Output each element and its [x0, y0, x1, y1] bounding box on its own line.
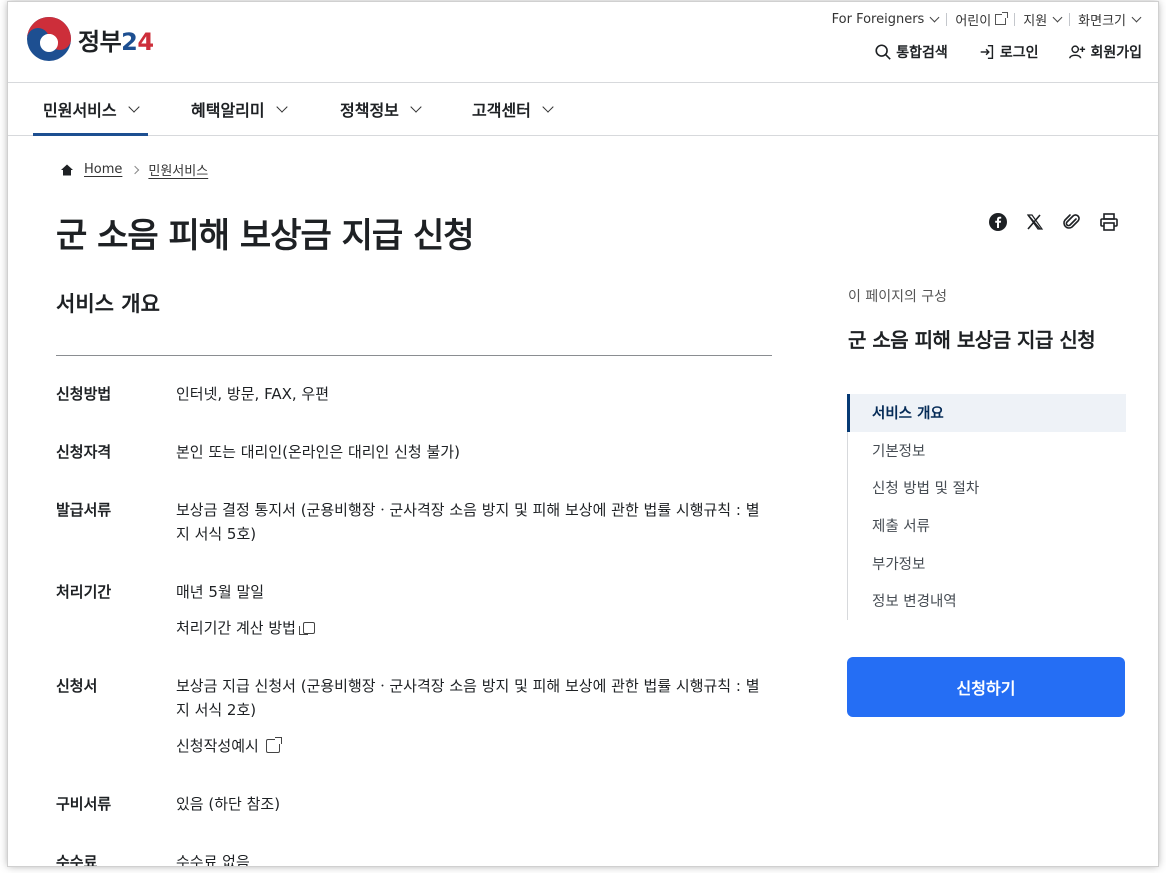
- home-icon: [61, 164, 73, 175]
- login-icon: [980, 44, 993, 60]
- info-label: 처리기간: [56, 583, 112, 601]
- chevron-down-icon: [1131, 12, 1142, 23]
- info-row-processing-period: 처리기간 매년 5월 말일 처리기간 계산 방법: [56, 580, 772, 640]
- support-menu[interactable]: 지원: [1015, 10, 1069, 29]
- info-value: 인터넷, 방문, FAX, 우편: [176, 385, 329, 403]
- toc-item-procedure[interactable]: 신청 방법 및 절차: [848, 469, 1126, 507]
- nav-customer-center[interactable]: 고객센터: [472, 83, 554, 135]
- info-row-application-form: 신청서 보상금 지급 신청서 (군용비행장ㆍ군사격장 소음 방지 및 피해 보상…: [56, 674, 772, 758]
- info-value: 보상금 지급 신청서 (군용비행장ㆍ군사격장 소음 방지 및 피해 보상에 관한…: [176, 674, 772, 758]
- toc-item-change-history[interactable]: 정보 변경내역: [848, 582, 1126, 620]
- search-button[interactable]: 통합검색: [874, 42, 948, 62]
- chevron-down-icon: [127, 100, 140, 113]
- page-toc: 서비스 개요 기본정보 신청 방법 및 절차 제출 서류 부가정보 정보 변경내…: [847, 394, 1126, 620]
- facebook-share-button[interactable]: [988, 212, 1008, 232]
- facebook-icon: [989, 213, 1007, 231]
- info-label: 발급서류: [56, 501, 112, 519]
- browser-page: 정부24 For Foreigners 어린이 지원 화면크기 통합검색 로그인…: [8, 2, 1158, 866]
- signup-button[interactable]: 회원가입: [1068, 42, 1142, 62]
- toc-title: 군 소음 피해 보상금 지급 신청: [848, 328, 1096, 352]
- info-row-fee: 수수료 수수료 없음: [56, 850, 772, 866]
- apply-button[interactable]: 신청하기: [847, 657, 1125, 717]
- info-row-method: 신청방법 인터넷, 방문, FAX, 우편: [56, 382, 772, 406]
- breadcrumb-home-link[interactable]: Home: [84, 162, 122, 177]
- chevron-down-icon: [1052, 12, 1063, 23]
- print-button[interactable]: [1099, 212, 1119, 232]
- info-value: 수수료 없음: [176, 853, 250, 866]
- login-button[interactable]: 로그인: [978, 42, 1038, 62]
- chevron-right-icon: [131, 165, 140, 174]
- info-label: 신청서: [56, 677, 98, 695]
- for-foreigners-menu[interactable]: For Foreigners: [824, 12, 947, 27]
- zoom-menu[interactable]: 화면크기: [1070, 10, 1148, 29]
- page-title: 군 소음 피해 보상금 지급 신청: [56, 216, 475, 256]
- info-value: 있음 (하단 참조): [176, 795, 281, 813]
- info-label: 신청자격: [56, 443, 112, 461]
- x-share-button[interactable]: [1025, 212, 1045, 232]
- breadcrumb: Home 민원서비스: [60, 160, 208, 179]
- user-actions: 통합검색 로그인 회원가입: [874, 42, 1142, 62]
- info-row-required-documents: 구비서류 있음 (하단 참조): [56, 792, 772, 816]
- kids-link[interactable]: 어린이: [947, 10, 1014, 29]
- utility-menu: For Foreigners 어린이 지원 화면크기: [824, 10, 1148, 29]
- info-row-issued-documents: 발급서류 보상금 결정 통지서 (군용비행장ㆍ군사격장 소음 방지 및 피해 보…: [56, 498, 772, 546]
- x-logo-icon: [1026, 214, 1044, 230]
- form-example-link[interactable]: 신청작성예시: [176, 734, 772, 758]
- search-icon: [875, 44, 892, 60]
- section-divider: [56, 355, 772, 356]
- nav-policy-info[interactable]: 정책정보: [340, 83, 422, 135]
- toc-item-submit-documents[interactable]: 제출 서류: [848, 507, 1126, 545]
- chevron-down-icon: [275, 100, 288, 113]
- breadcrumb-civil-service-link[interactable]: 민원서비스: [148, 160, 208, 179]
- add-user-icon: [1069, 45, 1086, 59]
- application-form-value: 보상금 지급 신청서 (군용비행장ㆍ군사격장 소음 방지 및 피해 보상에 관한…: [176, 677, 760, 719]
- info-value: 본인 또는 대리인(온라인은 대리인 신청 불가): [176, 443, 460, 461]
- info-value: 보상금 결정 통지서 (군용비행장ㆍ군사격장 소음 방지 및 피해 보상에 관한…: [176, 501, 760, 543]
- toc-item-basic-info[interactable]: 기본정보: [848, 432, 1126, 470]
- external-link-icon: [265, 737, 282, 753]
- processing-period-calc-link[interactable]: 처리기간 계산 방법: [176, 616, 772, 640]
- nav-benefit-alerts[interactable]: 혜택알리미: [191, 83, 288, 135]
- paperclip-icon: [1063, 214, 1080, 229]
- chevron-down-icon: [542, 100, 554, 113]
- toc-item-overview[interactable]: 서비스 개요: [847, 394, 1126, 432]
- taegeuk-logo-icon: [27, 17, 71, 61]
- section-title-overview: 서비스 개요: [56, 292, 160, 316]
- chevron-down-icon: [410, 100, 422, 113]
- copy-icon: [298, 622, 315, 635]
- info-row-qualification: 신청자격 본인 또는 대리인(온라인은 대리인 신청 불가): [56, 440, 772, 464]
- info-label: 신청방법: [56, 385, 112, 403]
- chevron-down-icon: [929, 12, 940, 23]
- toc-item-additional-info[interactable]: 부가정보: [848, 544, 1126, 582]
- info-label: 수수료: [56, 853, 98, 866]
- service-overview-list: 신청방법 인터넷, 방문, FAX, 우편 신청자격 본인 또는 대리인(온라인…: [56, 382, 772, 866]
- toc-caption: 이 페이지의 구성: [848, 289, 948, 305]
- info-label: 구비서류: [56, 795, 112, 813]
- copy-link-button[interactable]: [1062, 212, 1082, 232]
- logo-text: 정부24: [78, 27, 154, 56]
- nav-civil-service[interactable]: 민원서비스: [33, 83, 148, 136]
- share-tools: [988, 212, 1119, 232]
- printer-icon: [1100, 213, 1118, 231]
- processing-period-value: 매년 5월 말일: [176, 583, 265, 601]
- info-value: 매년 5월 말일 처리기간 계산 방법: [176, 580, 772, 640]
- main-navigation: 민원서비스 혜택알리미 정책정보 고객센터: [8, 83, 1158, 136]
- site-header: 정부24 For Foreigners 어린이 지원 화면크기 통합검색 로그인…: [8, 2, 1158, 83]
- external-link-icon: [995, 12, 1009, 25]
- gov24-logo[interactable]: 정부24: [26, 16, 154, 62]
